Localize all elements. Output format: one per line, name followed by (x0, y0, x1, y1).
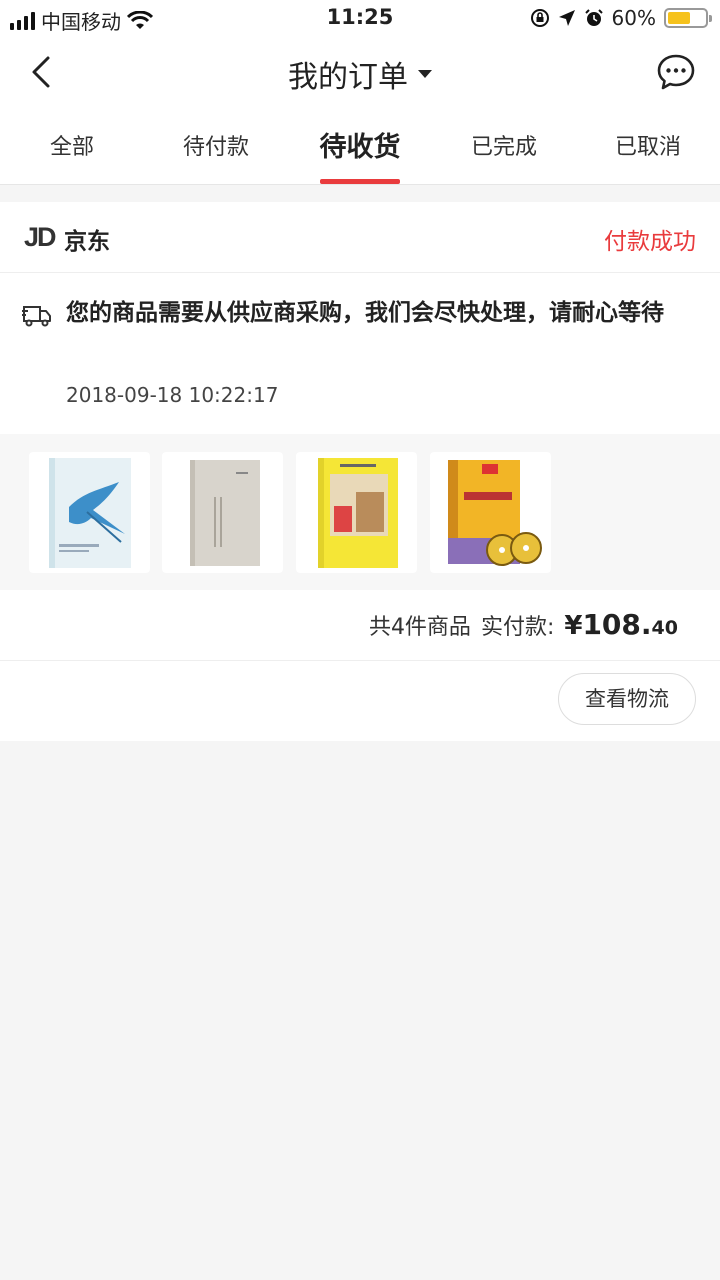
active-tab-indicator (320, 179, 400, 184)
caret-down-icon (418, 70, 432, 78)
price-symbol: ¥ (564, 611, 583, 641)
signal-icon (10, 11, 35, 30)
product-thumbnail-3[interactable] (296, 452, 417, 573)
view-logistics-button[interactable]: 查看物流 (558, 673, 696, 725)
navigation-bar: 我的订单 (0, 36, 720, 110)
order-status: 付款成功 (604, 229, 696, 255)
book-cover-blue-bird (49, 458, 131, 568)
shop-name: 京东 (64, 229, 110, 255)
price-decimal: 40 (651, 617, 678, 639)
battery-icon (664, 8, 712, 28)
tab-all[interactable]: 全部 (0, 110, 144, 184)
paid-label: 实付款: (480, 615, 555, 640)
tab-completed[interactable]: 已完成 (432, 110, 576, 184)
status-bar: 中国移动 11:25 60% (0, 0, 720, 36)
book-cover-japanese-with-cds (448, 460, 542, 566)
product-thumbnail-2[interactable] (162, 452, 283, 573)
carrier-name: 中国移动 (41, 10, 121, 34)
tab-cancelled-label: 已取消 (614, 135, 681, 160)
order-summary: 共4件商品 实付款: ¥108. 40 (0, 590, 720, 661)
tab-pending-receipt-label: 待收货 (319, 132, 401, 163)
item-count: 共4件商品 (368, 615, 471, 640)
logistics-notice: 您的商品需要从供应商采购，我们会尽快处理，请耐心等待 (66, 300, 664, 326)
order-tabs: 全部 待付款 待收货 已完成 已取消 (0, 110, 720, 185)
book-cover-grey (190, 460, 260, 566)
tab-all-label: 全部 (49, 135, 94, 160)
order-card[interactable]: JD 京东 付款成功 (0, 202, 720, 273)
orientation-lock-icon (530, 9, 549, 27)
shop-header[interactable]: JD 京东 付款成功 (0, 202, 720, 273)
order-actions: 查看物流 (0, 661, 720, 741)
product-thumbnail-4[interactable] (430, 452, 551, 573)
page-title: 我的订单 (288, 60, 408, 95)
battery-fill (668, 12, 690, 24)
tab-pending-receipt[interactable]: 待收货 (288, 110, 432, 184)
status-right: 60% (530, 6, 712, 30)
tab-completed-label: 已完成 (470, 135, 537, 160)
price-integer: 108. (582, 608, 652, 641)
tab-pending-payment[interactable]: 待付款 (144, 110, 288, 184)
tab-pending-payment-label: 待付款 (182, 135, 249, 160)
battery-percent: 60% (611, 6, 656, 30)
title-dropdown[interactable]: 我的订单 (0, 52, 720, 96)
product-thumbnails[interactable] (0, 434, 720, 590)
summary-line: 共4件商品 实付款: ¥108. 40 (369, 608, 678, 641)
book-cover-yellow (318, 458, 398, 568)
wifi-icon (127, 10, 153, 29)
location-icon (558, 10, 575, 26)
tab-cancelled[interactable]: 已取消 (576, 110, 720, 184)
product-thumbnail-1[interactable] (29, 452, 150, 573)
jd-logo: JD (24, 222, 56, 252)
alarm-icon (584, 9, 603, 26)
chat-bubble-icon[interactable] (656, 52, 696, 92)
truck-icon (22, 306, 51, 327)
status-left: 中国移动 (10, 6, 153, 35)
notice-timestamp: 2018-09-18 10:22:17 (66, 383, 279, 407)
